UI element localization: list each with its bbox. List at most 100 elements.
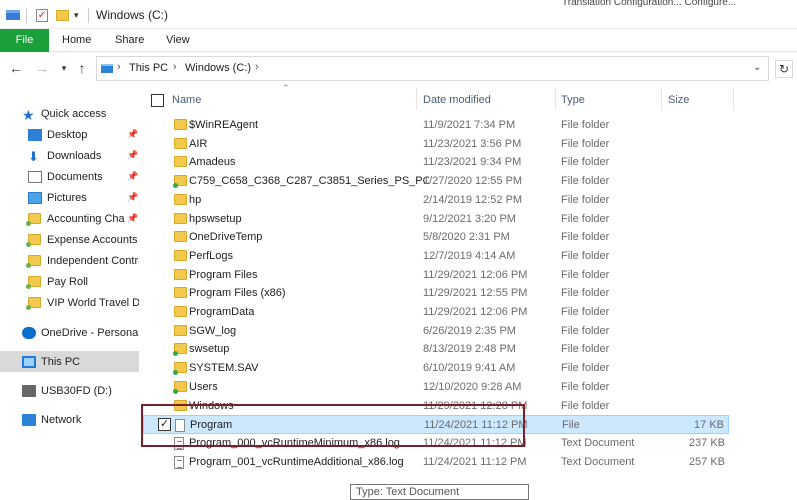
file-name: $WinREAgent: [189, 119, 259, 131]
file-name: Program Files: [189, 268, 258, 281]
nav-item-accounting[interactable]: Accounting Cha 📌: [0, 208, 139, 229]
folder-icon: [26, 296, 41, 310]
window-title: Windows (C:): [96, 8, 169, 22]
file-row[interactable]: PerfLogs 12/7/2019 4:14 AM File folder: [143, 247, 729, 266]
nav-onedrive[interactable]: OneDrive - Personal: [0, 322, 139, 343]
forward-arrow-icon[interactable]: →: [34, 60, 50, 76]
folder-icon: [174, 324, 187, 339]
download-icon: ⬇: [28, 148, 39, 164]
file-row[interactable]: $WinREAgent 11/9/2021 7:34 PM File folder: [143, 116, 729, 135]
file-type: File folder: [561, 175, 610, 188]
pin-icon[interactable]: 📌: [127, 171, 138, 182]
address-dropdown-chevron-icon[interactable]: ⌄: [753, 62, 761, 73]
nav-label: Accounting Cha: [47, 212, 125, 225]
file-type: File folder: [561, 249, 610, 262]
pin-icon[interactable]: 📌: [127, 129, 138, 140]
breadcrumb-separator-icon[interactable]: ›: [117, 61, 121, 73]
nav-this-pc[interactable]: This PC: [0, 351, 139, 372]
column-header-size[interactable]: Size: [668, 92, 689, 110]
file-date-modified: 11/24/2021 11:12 PM: [423, 455, 527, 468]
file-date-modified: 12/7/2019 4:14 AM: [423, 249, 516, 262]
breadcrumb-this-pc[interactable]: This PC: [129, 62, 168, 74]
file-row[interactable]: ProgramData 11/29/2021 12:06 PM File folde…: [143, 303, 729, 322]
breadcrumb-separator-icon[interactable]: ›: [255, 61, 259, 73]
recent-locations-chevron-icon[interactable]: ▾: [56, 60, 72, 76]
pin-icon[interactable]: 📌: [127, 213, 138, 224]
folder-icon: [26, 275, 41, 289]
column-divider[interactable]: [416, 88, 417, 110]
file-row[interactable]: SYSTEM.SAV 6/10/2019 9:41 AM File folder: [143, 359, 729, 378]
column-divider[interactable]: [555, 88, 556, 110]
nav-label: Downloads: [47, 149, 102, 162]
properties-icon[interactable]: ✓: [36, 8, 48, 22]
file-name: Program Files (x86): [189, 287, 286, 300]
column-header-date-modified[interactable]: Date modified: [423, 92, 491, 110]
nav-item-expense-accounts[interactable]: Expense Accounts: [0, 229, 139, 250]
select-all-checkbox[interactable]: [151, 94, 164, 107]
file-row[interactable]: Program Files (x86) 11/29/2021 12:55 PM Fi…: [143, 284, 729, 303]
nav-item-vip-world-travel[interactable]: VIP World Travel Da: [0, 292, 139, 313]
file-type: File folder: [561, 231, 610, 244]
file-size: 257 KB: [688, 455, 725, 468]
nav-usb-drive[interactable]: USB30FD (D:): [0, 380, 139, 401]
column-divider[interactable]: [661, 88, 662, 110]
file-row[interactable]: Program Files 11/29/2021 12:06 PM File fol…: [143, 266, 729, 285]
folder-icon: [174, 249, 187, 264]
tab-view[interactable]: View: [166, 29, 190, 52]
file-date-modified: 2/14/2019 12:52 PM: [423, 193, 523, 206]
tab-share[interactable]: Share: [115, 29, 144, 52]
column-divider[interactable]: [733, 88, 734, 110]
desktop-icon: [28, 128, 42, 141]
nav-item-desktop[interactable]: Desktop 📌: [0, 124, 139, 145]
file-date-modified: 6/26/2019 2:35 PM: [423, 324, 516, 337]
nav-item-documents[interactable]: Documents 📌: [0, 166, 139, 187]
nav-item-downloads[interactable]: ⬇ Downloads 📌: [0, 145, 139, 166]
file-size: 237 KB: [688, 436, 725, 449]
nav-quick-access[interactable]: ★ Quick access: [0, 103, 139, 124]
folder-icon: [26, 212, 41, 226]
column-header-type[interactable]: Type: [561, 92, 585, 110]
back-arrow-icon[interactable]: ←: [8, 60, 24, 76]
file-type: File folder: [561, 399, 610, 412]
up-arrow-icon[interactable]: ↑: [74, 60, 90, 76]
file-row[interactable]: AIR 11/23/2021 3:56 PM File folder: [143, 135, 729, 154]
file-row[interactable]: C759_C658_C368_C287_C3851_Series_PS_PCL.…: [143, 172, 729, 191]
customize-toolbar-icon[interactable]: ▾: [74, 10, 79, 21]
tab-home[interactable]: Home: [62, 29, 91, 52]
breadcrumb-separator-icon[interactable]: ›: [173, 61, 177, 73]
file-type: File: [562, 419, 580, 432]
nav-item-pictures[interactable]: Pictures 📌: [0, 187, 139, 208]
file-row[interactable]: Users 12/10/2020 9:28 AM File folder: [143, 378, 729, 397]
nav-network[interactable]: Network: [0, 409, 139, 430]
file-type: File folder: [561, 268, 610, 281]
breadcrumb-windows-c[interactable]: Windows (C:): [185, 62, 251, 74]
pin-icon[interactable]: 📌: [127, 150, 138, 161]
refresh-icon[interactable]: ↻: [775, 60, 793, 78]
folder-icon: [174, 231, 187, 245]
file-name: SYSTEM.SAV: [189, 362, 259, 375]
file-row[interactable]: OneDriveTemp 5/8/2020 2:31 PM File folder: [143, 228, 729, 247]
tab-file[interactable]: File: [0, 29, 49, 52]
file-row[interactable]: hpswsetup 9/12/2021 3:20 PM File folder: [143, 210, 729, 229]
nav-item-independent-contractors[interactable]: Independent Contra: [0, 250, 139, 271]
column-header-name[interactable]: Name: [172, 92, 201, 110]
file-row[interactable]: hp 2/14/2019 12:52 PM File folder: [143, 191, 729, 210]
file-row[interactable]: swsetup 8/13/2019 2:48 PM File folder: [143, 340, 729, 359]
file-row[interactable]: Amadeus 11/23/2021 9:34 PM File folder: [143, 153, 729, 172]
file-name: ProgramData: [189, 306, 255, 318]
file-row[interactable]: SGW_log 6/26/2019 2:35 PM File folder: [143, 322, 729, 341]
new-folder-icon[interactable]: [56, 9, 69, 21]
pin-icon[interactable]: 📌: [127, 192, 138, 203]
file-row[interactable]: Program_001_vcRuntimeAdditional_x86.log 1…: [143, 453, 729, 472]
navigation-pane: ★ Quick access Desktop 📌 ⬇ Downloads 📌 D…: [0, 95, 139, 500]
address-bar[interactable]: › This PC › Windows (C:) › ⌄: [96, 56, 769, 81]
file-date-modified: 8/13/2019 2:48 PM: [423, 343, 516, 356]
file-name: hpswsetup: [189, 212, 242, 225]
file-type: File folder: [561, 343, 610, 356]
file-name: Users: [189, 380, 218, 393]
nav-label: Expense Accounts: [47, 233, 138, 246]
star-icon: ★: [22, 106, 35, 123]
nav-label: This PC: [41, 355, 81, 368]
nav-item-pay-roll[interactable]: Pay Roll: [0, 271, 139, 292]
file-name: Amadeus: [189, 156, 236, 169]
